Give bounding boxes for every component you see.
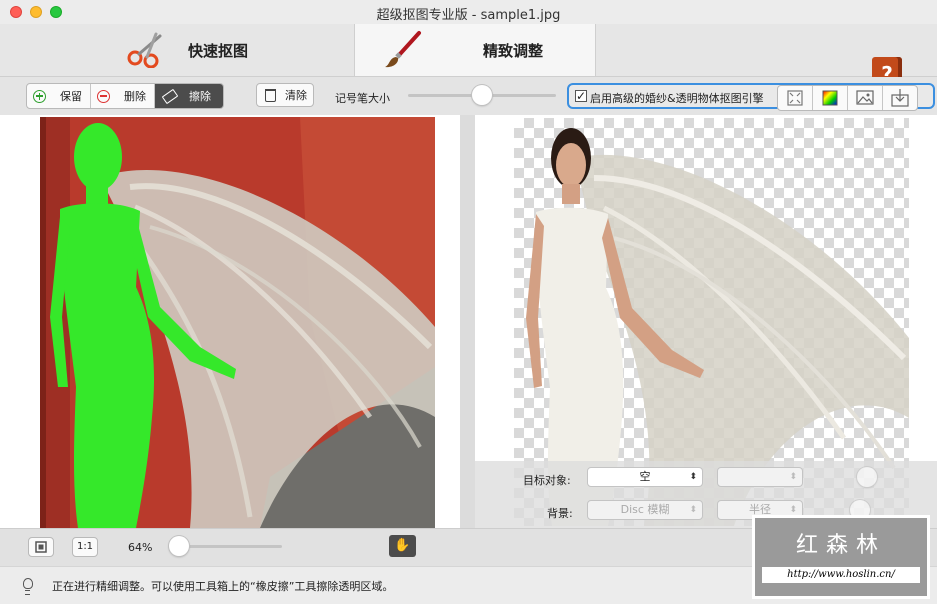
- fit-screen-button[interactable]: [28, 537, 54, 557]
- plus-circle-icon: [33, 89, 46, 103]
- download-icon: [891, 89, 909, 107]
- chevron-updown-icon: ⬍: [689, 472, 697, 482]
- delete-button-label: 删除: [124, 90, 146, 103]
- chevron-updown-icon: ⬍: [789, 472, 797, 482]
- background-select: Disc 模糊 ⬍: [587, 500, 703, 520]
- source-image[interactable]: [40, 117, 435, 528]
- brush-mode-segmented-control: 保留 删除 擦除: [26, 83, 224, 109]
- target-select[interactable]: 空 ⬍: [587, 467, 703, 487]
- clear-button[interactable]: 清除: [256, 83, 314, 107]
- background-image-button[interactable]: [848, 86, 883, 110]
- tab-quick-cutout-label: 快速抠图: [188, 42, 249, 60]
- target-secondary-select: ⬍: [717, 467, 803, 487]
- target-label: 目标对象:: [523, 474, 571, 487]
- chevron-updown-icon: ⬍: [689, 505, 697, 515]
- watermark-logo: 红森林 http://www.hoslin.cn/: [752, 515, 930, 599]
- keep-button[interactable]: 保留: [27, 84, 91, 108]
- source-canvas-panel: [0, 115, 460, 528]
- brush-size-label: 记号笔大小: [335, 92, 390, 105]
- scissors-icon: [127, 32, 162, 68]
- brush-size-slider-knob[interactable]: [472, 85, 492, 105]
- expand-icon: [787, 90, 803, 106]
- zoom-slider-knob[interactable]: [169, 536, 190, 556]
- color-button[interactable]: [813, 86, 848, 110]
- tab-fine-adjust[interactable]: 精致调整: [354, 24, 596, 76]
- fit-screen-icon: [35, 541, 47, 553]
- mode-bar: 快速抠图 精致调整 ?: [0, 24, 937, 91]
- background-select-value: Disc 模糊: [620, 503, 670, 516]
- panel-divider[interactable]: [460, 115, 475, 528]
- eraser-icon: [161, 88, 179, 104]
- hand-tool-button[interactable]: ✋: [389, 535, 416, 557]
- export-button[interactable]: [883, 86, 917, 110]
- minus-circle-icon: [97, 89, 110, 103]
- status-text: 正在进行精细调整。可以使用工具箱上的“橡皮擦”工具擦除透明区域。: [52, 580, 394, 593]
- fit-view-button[interactable]: [778, 86, 813, 110]
- erase-button[interactable]: 擦除: [155, 84, 223, 108]
- tab-quick-cutout[interactable]: 快速抠图: [0, 24, 354, 76]
- source-photo-illustration: [40, 117, 435, 528]
- target-slider-knob: [857, 467, 877, 487]
- actual-size-button[interactable]: 1:1: [72, 537, 98, 557]
- keep-button-label: 保留: [60, 90, 82, 103]
- trash-icon: [265, 88, 276, 102]
- target-select-value: 空: [639, 470, 651, 483]
- erase-button-label: 擦除: [189, 90, 211, 103]
- zoom-level-label: 64%: [128, 541, 153, 554]
- paintbrush-icon: [385, 31, 421, 68]
- title-bar: 超级抠图专业版 - sample1.jpg: [0, 0, 937, 24]
- tab-fine-adjust-label: 精致调整: [483, 42, 544, 60]
- background-label: 背景:: [547, 507, 573, 520]
- image-icon: [856, 90, 874, 105]
- window-title: 超级抠图专业版 - sample1.jpg: [376, 8, 561, 23]
- delete-button[interactable]: 删除: [91, 84, 155, 108]
- clear-button-label: 清除: [285, 89, 307, 102]
- watermark-brand: 红森林: [795, 533, 886, 558]
- lightbulb-icon: [23, 578, 33, 595]
- color-palette-icon: [822, 90, 838, 106]
- advanced-engine-checkbox[interactable]: ✓: [575, 90, 587, 102]
- watermark-url: http://www.hoslin.cn/: [762, 567, 920, 583]
- view-buttons-group: [777, 85, 918, 111]
- advanced-engine-label: 启用高级的婚纱&透明物体抠图引擎: [590, 92, 764, 105]
